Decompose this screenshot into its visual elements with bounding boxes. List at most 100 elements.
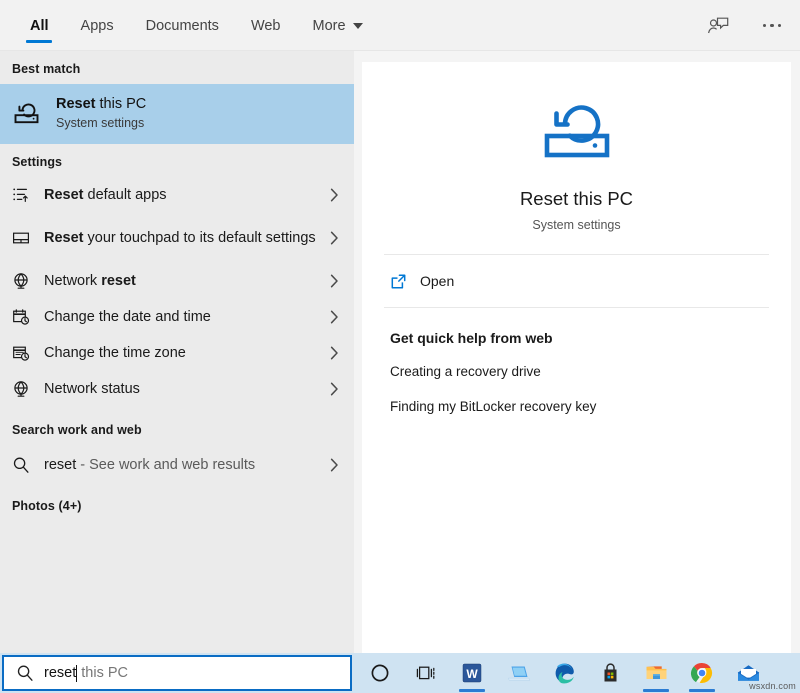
reset-pc-large-icon <box>362 96 791 170</box>
best-match-title-bold: Reset <box>56 96 96 112</box>
tab-web[interactable]: Web <box>235 0 297 51</box>
chevron-right-icon[interactable] <box>322 346 346 360</box>
preview-hero: Reset this PC System settings <box>362 62 791 254</box>
web-search-header: Search work and web <box>0 407 354 445</box>
laptop-icon[interactable] <box>498 653 538 693</box>
settings-row-label: Change the date and time <box>38 308 322 326</box>
quick-help-link[interactable]: Creating a recovery drive <box>390 364 791 379</box>
settings-header: Settings <box>0 144 354 177</box>
open-external-icon <box>390 273 420 290</box>
chevron-right-icon[interactable] <box>322 458 346 472</box>
tab-more-label: More <box>313 18 346 34</box>
tab-apps-label: Apps <box>81 18 114 34</box>
results-panel: Best match Reset this PC System settings… <box>0 51 354 653</box>
settings-row-reset-default-apps[interactable]: Reset default apps <box>0 177 354 213</box>
tab-apps[interactable]: Apps <box>65 0 130 51</box>
web-search-label: reset - See work and web results <box>38 456 322 474</box>
preview-subtitle: System settings <box>362 218 791 232</box>
quick-help-title: Get quick help from web <box>390 330 791 346</box>
best-match-header: Best match <box>0 51 354 84</box>
chevron-right-icon[interactable] <box>322 310 346 324</box>
tab-more[interactable]: More <box>297 0 379 51</box>
settings-row-label: Change the time zone <box>38 344 322 362</box>
touchpad-icon <box>12 229 38 247</box>
settings-row-label: Reset your touchpad to its default setti… <box>38 229 322 247</box>
taskbar-open-indicator <box>643 689 669 692</box>
site-watermark: wsxdn.com <box>749 681 796 691</box>
chevron-right-icon[interactable] <box>322 231 346 245</box>
chevron-right-icon[interactable] <box>322 274 346 288</box>
task-view-icon[interactable] <box>406 653 446 693</box>
preview-panel: Reset this PC System settings Open Get q… <box>354 51 800 653</box>
web-search-suffix: - See work and web results <box>76 457 255 473</box>
cortana-icon[interactable] <box>360 653 400 693</box>
open-action[interactable]: Open <box>362 255 791 307</box>
ellipsis-dots <box>763 24 782 28</box>
search-typed-text: reset <box>44 665 76 681</box>
preview-card: Reset this PC System settings Open Get q… <box>362 62 791 653</box>
windows-search-flyout: All Apps Documents Web More <box>0 0 800 693</box>
settings-row-change-time-zone[interactable]: Change the time zone <box>0 335 354 371</box>
microsoft-store-icon[interactable] <box>590 653 630 693</box>
chevron-down-icon <box>353 23 363 29</box>
row-pre-text: Network <box>44 273 101 289</box>
tab-list: All Apps Documents Web More <box>14 0 379 51</box>
tab-bar-actions <box>702 0 788 51</box>
calendar-clock-icon <box>12 308 38 326</box>
edge-icon[interactable] <box>544 653 584 693</box>
settings-row-change-date-time[interactable]: Change the date and time <box>0 299 354 335</box>
tab-all-label: All <box>30 18 49 34</box>
quick-help-section: Get quick help from web Creating a recov… <box>362 308 791 414</box>
search-suggestion-text: this PC <box>77 665 128 681</box>
reset-pc-icon <box>12 100 56 128</box>
settings-row-label: Network reset <box>38 272 322 290</box>
row-bold-term: reset <box>101 273 136 289</box>
open-label: Open <box>420 273 454 289</box>
tab-web-label: Web <box>251 18 281 34</box>
feedback-person-icon[interactable] <box>702 10 734 42</box>
globe-icon <box>12 380 38 398</box>
search-input-text: reset this PC <box>44 665 128 682</box>
settings-row-reset-touchpad[interactable]: Reset your touchpad to its default setti… <box>0 213 354 263</box>
chrome-icon[interactable] <box>682 653 722 693</box>
search-icon <box>16 664 44 682</box>
settings-row-label: Reset default apps <box>38 186 322 204</box>
chevron-right-icon[interactable] <box>322 188 346 202</box>
svg-text:W: W <box>466 667 478 681</box>
best-match-title: Reset this PC <box>56 95 146 114</box>
row-bold-term: Reset <box>44 230 84 246</box>
search-input[interactable]: reset this PC <box>2 655 352 691</box>
row-bold-term: Reset <box>44 187 84 203</box>
taskbar-icons: W <box>360 653 768 693</box>
photos-header: Photos (4+) <box>0 485 354 521</box>
tab-documents-label: Documents <box>146 18 219 34</box>
row-rest-text: default apps <box>84 187 167 203</box>
web-search-row[interactable]: reset - See work and web results <box>0 445 354 485</box>
taskbar: reset this PC W <box>0 653 800 693</box>
best-match-text: Reset this PC System settings <box>56 95 146 132</box>
ellipsis-icon[interactable] <box>756 10 788 42</box>
settings-row-label: Network status <box>38 380 322 398</box>
default-apps-icon <box>12 186 38 204</box>
web-search-query: reset <box>44 457 76 473</box>
search-tab-bar: All Apps Documents Web More <box>0 0 800 51</box>
search-icon <box>12 456 38 474</box>
word-icon[interactable]: W <box>452 653 492 693</box>
file-explorer-icon[interactable] <box>636 653 676 693</box>
quick-help-link[interactable]: Finding my BitLocker recovery key <box>390 399 791 414</box>
settings-row-network-reset[interactable]: Network reset <box>0 263 354 299</box>
tab-documents[interactable]: Documents <box>130 0 235 51</box>
taskbar-open-indicator <box>459 689 485 692</box>
best-match-title-rest: this PC <box>96 96 147 112</box>
settings-row-network-status[interactable]: Network status <box>0 371 354 407</box>
best-match-subtitle: System settings <box>56 115 146 133</box>
tab-active-underline <box>26 40 52 43</box>
tab-all[interactable]: All <box>14 0 65 51</box>
taskbar-open-indicator <box>689 689 715 692</box>
globe-icon <box>12 272 38 290</box>
row-rest-text: your touchpad to its default settings <box>84 230 316 246</box>
calendar-timezone-icon <box>12 344 38 362</box>
preview-title: Reset this PC <box>362 188 791 210</box>
chevron-right-icon[interactable] <box>322 382 346 396</box>
best-match-row[interactable]: Reset this PC System settings <box>0 84 354 144</box>
